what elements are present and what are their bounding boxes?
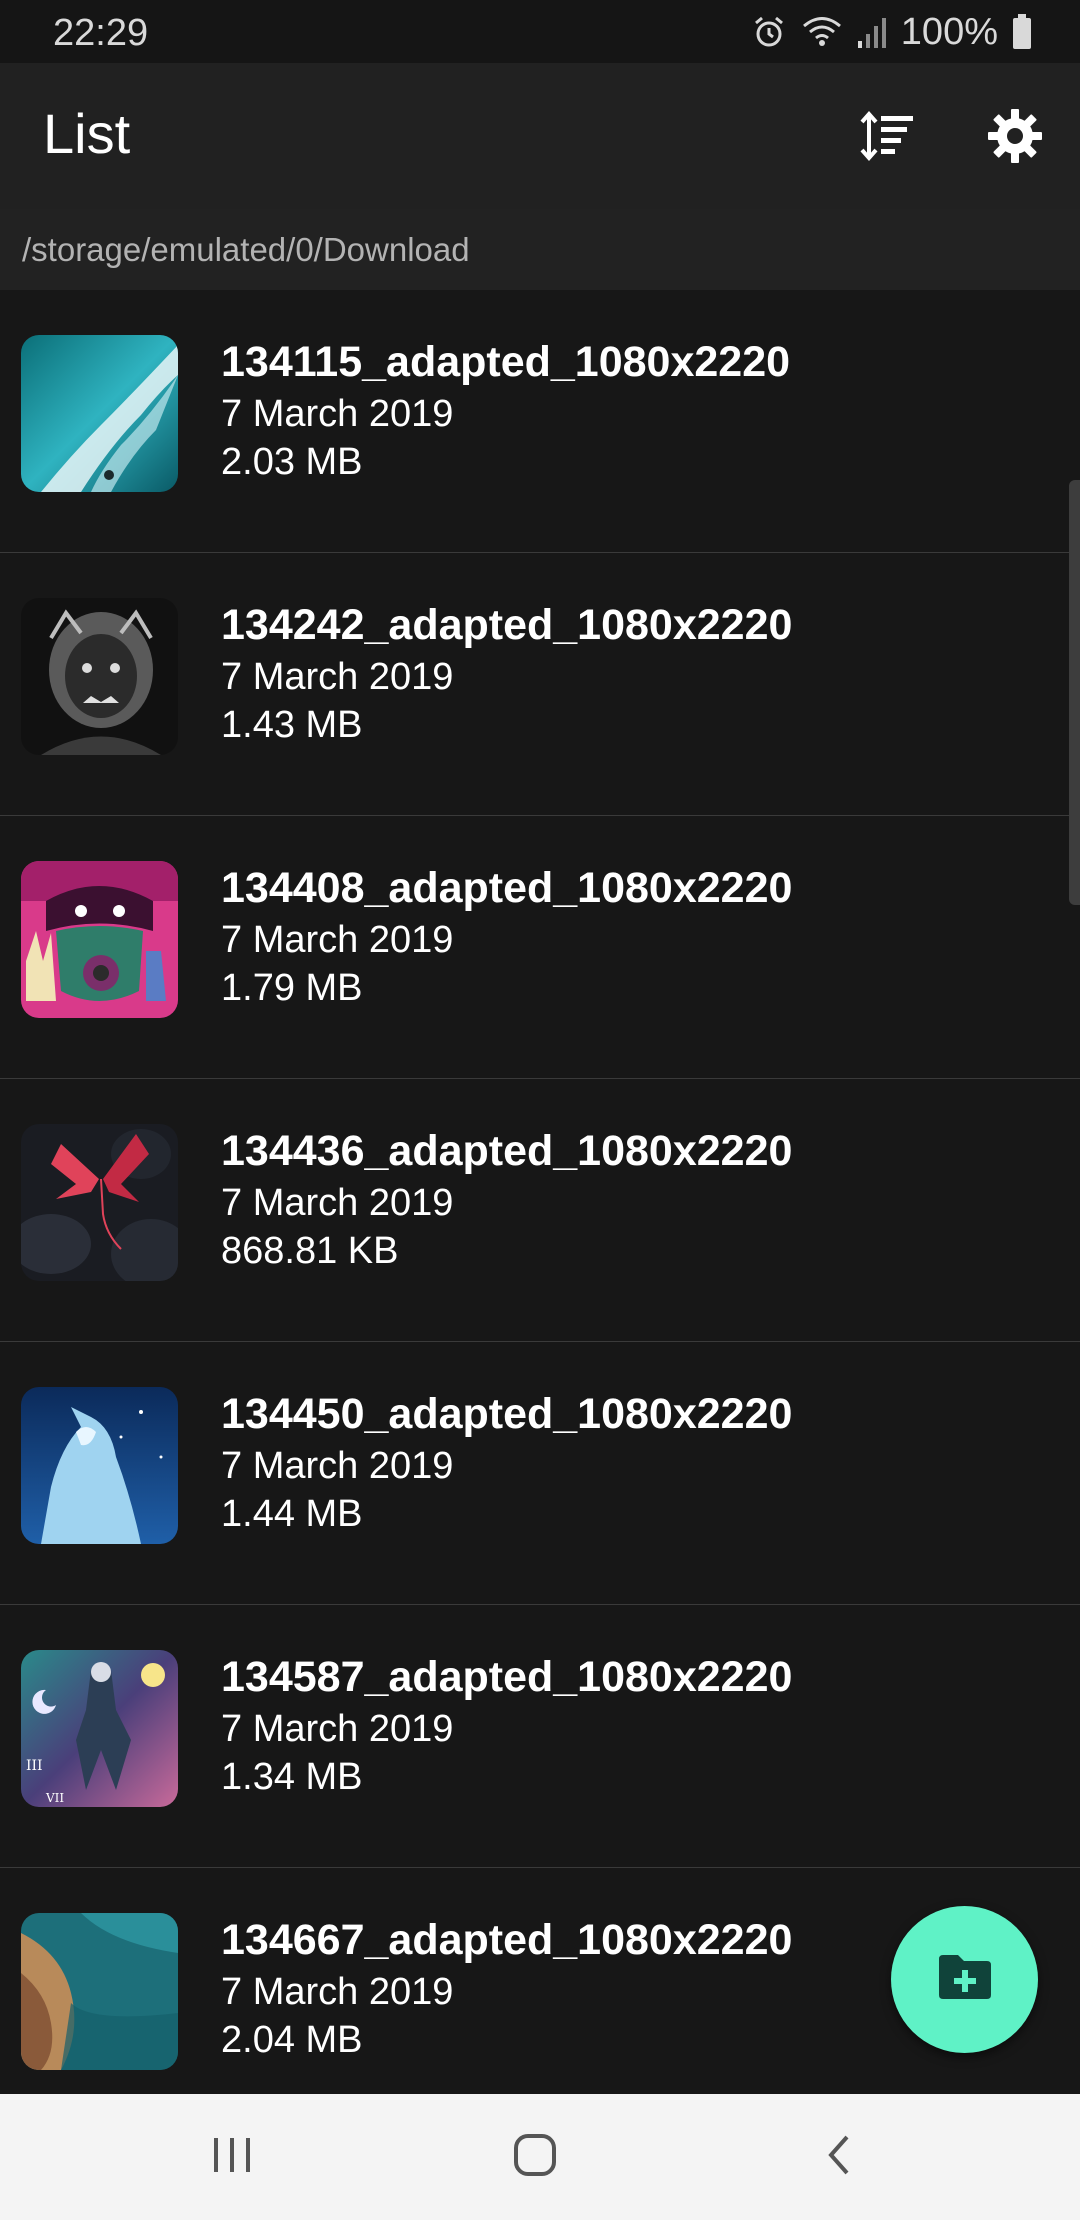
settings-gear-icon [987,108,1043,169]
file-size: 2.04 MB [221,2019,363,2061]
svg-text:III: III [26,1758,43,1774]
settings-button[interactable] [980,103,1050,173]
thumbnail-image [21,861,178,1018]
file-name: 134450_adapted_1080x2220 [221,1390,793,1438]
file-size: 1.43 MB [221,704,363,746]
file-name: 134667_adapted_1080x2220 [221,1916,793,1964]
thumbnail-image [21,1387,178,1544]
list-item[interactable]: 134242_adapted_1080x2220 7 March 2019 1.… [0,553,1080,816]
file-date: 7 March 2019 [221,656,454,698]
breadcrumb: /storage/emulated/0/Download [0,209,1080,290]
list-item[interactable]: 134436_adapted_1080x2220 7 March 2019 86… [0,1079,1080,1342]
battery-percent: 100% [900,10,998,53]
list-item[interactable]: III VII 134587_adapted_1080x2220 7 March… [0,1605,1080,1868]
screen: 22:29 100% List /storage/emulated/0/Down… [0,0,1080,2220]
file-date: 7 March 2019 [221,1708,454,1750]
home-icon [512,2132,558,2183]
file-date: 7 March 2019 [221,1971,454,2013]
svg-text:VII: VII [45,1791,64,1805]
list-item[interactable]: 134408_adapted_1080x2220 7 March 2019 1.… [0,816,1080,1079]
thumbnail-image [21,335,178,492]
status-icons: 100% [751,10,1032,54]
thumbnail-image [21,1124,178,1281]
file-name: 134408_adapted_1080x2220 [221,864,793,912]
back-icon [823,2133,853,2182]
file-date: 7 March 2019 [221,1182,454,1224]
back-button[interactable] [798,2124,878,2190]
sort-button[interactable] [852,103,922,173]
recent-apps-icon [210,2135,254,2180]
thumbnail-image [21,1913,178,2070]
page-title: List [43,102,131,165]
create-folder-icon [936,1953,994,2006]
create-folder-button[interactable] [891,1906,1038,2053]
app-bar: List [0,63,1080,209]
alarm-icon [751,14,787,50]
list-item[interactable]: 134450_adapted_1080x2220 7 March 2019 1.… [0,1342,1080,1605]
recent-apps-button[interactable] [192,2124,272,2190]
file-name: 134242_adapted_1080x2220 [221,601,793,649]
file-list[interactable]: 134115_adapted_1080x2220 7 March 2019 2.… [0,290,1080,2094]
status-bar: 22:29 100% [0,0,1080,63]
file-date: 7 March 2019 [221,1445,454,1487]
current-path: /storage/emulated/0/Download [22,231,470,268]
sort-icon [859,110,915,167]
file-size: 1.44 MB [221,1493,363,1535]
home-button[interactable] [495,2124,575,2190]
battery-icon [1012,14,1032,50]
wifi-icon [801,14,843,50]
list-item[interactable]: 134115_adapted_1080x2220 7 March 2019 2.… [0,290,1080,553]
file-name: 134115_adapted_1080x2220 [221,338,791,386]
thumbnail-image [21,598,178,755]
file-size: 1.79 MB [221,967,363,1009]
file-date: 7 March 2019 [221,919,454,961]
file-size: 2.03 MB [221,441,363,483]
thumbnail-image: III VII [21,1650,178,1807]
signal-icon [857,15,887,49]
status-time: 22:29 [53,12,149,54]
scrollbar[interactable] [1069,480,1080,905]
file-size: 1.34 MB [221,1756,363,1798]
navigation-bar [0,2094,1080,2220]
file-size: 868.81 KB [221,1230,399,1272]
file-date: 7 March 2019 [221,393,454,435]
file-name: 134436_adapted_1080x2220 [221,1127,793,1175]
file-name: 134587_adapted_1080x2220 [221,1653,793,1701]
